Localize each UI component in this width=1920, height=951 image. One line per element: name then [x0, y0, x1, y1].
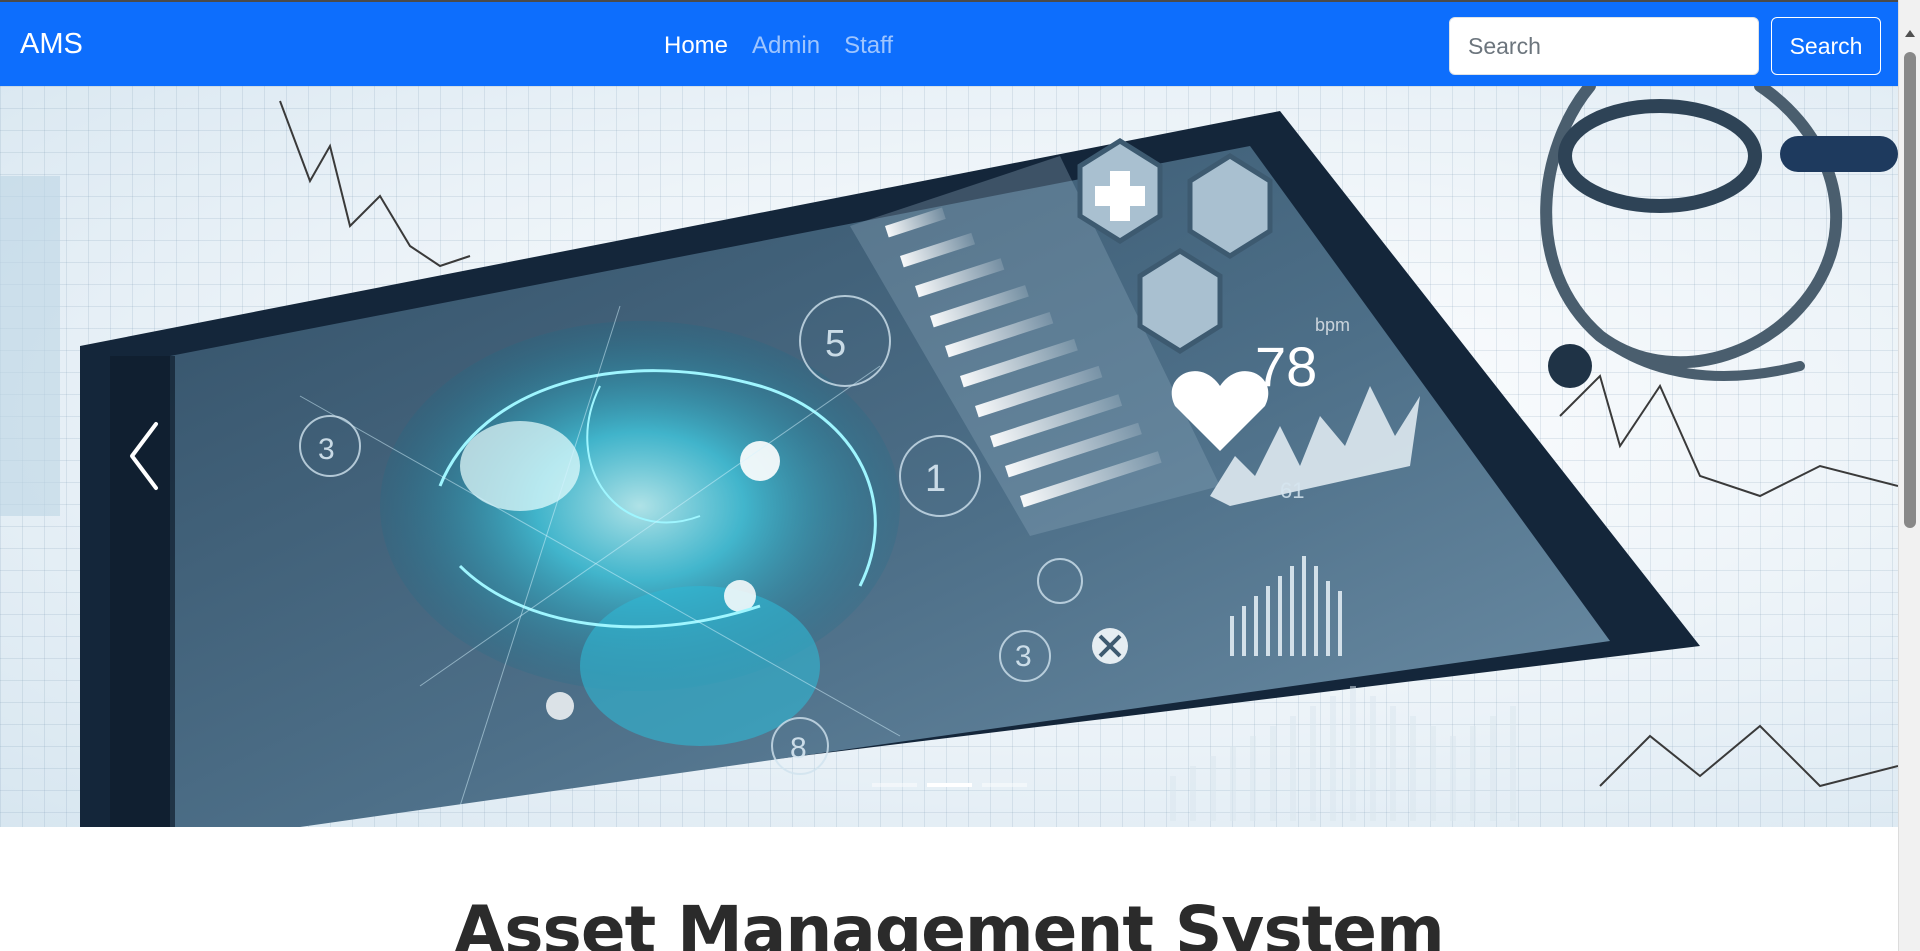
nav-link-admin[interactable]: Admin — [752, 32, 820, 60]
hud-number-8: 8 — [790, 732, 807, 765]
vertical-scrollbar[interactable] — [1898, 0, 1920, 951]
close-icon — [1092, 628, 1128, 664]
scrollbar-thumb[interactable] — [1904, 52, 1916, 528]
scroll-up-arrow-icon[interactable] — [1905, 30, 1915, 37]
search-button[interactable]: Search — [1771, 17, 1881, 75]
hud-number-3b: 3 — [1015, 640, 1032, 673]
nav-links: Home Admin Staff — [664, 32, 893, 60]
hud-number-3a: 3 — [318, 433, 335, 466]
page-title: Asset Management System — [454, 892, 1445, 951]
ecg-line — [1559, 374, 1898, 498]
heart-rate-unit: bpm — [1315, 315, 1350, 335]
top-navbar: AMS Home Admin Staff Search — [0, 0, 1898, 86]
hero-carousel: 3 5 1 3 8 78 bpm 61 — [0, 86, 1898, 827]
carousel-prev-button[interactable] — [118, 416, 168, 496]
hud-number-5: 5 — [825, 323, 846, 365]
heart-rate-value: 78 — [1255, 335, 1317, 398]
carousel-indicator-3[interactable] — [982, 783, 1027, 787]
ecg-line — [279, 100, 471, 268]
hud-bottom-bars — [1170, 686, 1516, 821]
ecg-line — [1599, 724, 1898, 788]
hud-number-1: 1 — [925, 458, 946, 500]
carousel-indicator-2[interactable] — [927, 783, 972, 787]
carousel-slide-image: 3 5 1 3 8 78 bpm 61 — [0, 86, 1898, 827]
nav-link-staff[interactable]: Staff — [844, 32, 893, 60]
search-input[interactable] — [1449, 17, 1759, 75]
nav-link-home[interactable]: Home — [664, 32, 728, 60]
chevron-left-icon — [130, 422, 158, 490]
glass-object — [0, 176, 60, 516]
carousel-indicator-1[interactable] — [872, 783, 917, 787]
pr-value: 61 — [1280, 478, 1304, 503]
brand-logo[interactable]: AMS — [20, 28, 83, 61]
carousel-indicators — [872, 783, 1027, 787]
stethoscope — [1540, 86, 1898, 388]
browser-viewport: AMS Home Admin Staff Search Search 3 5 1… — [0, 0, 1898, 951]
